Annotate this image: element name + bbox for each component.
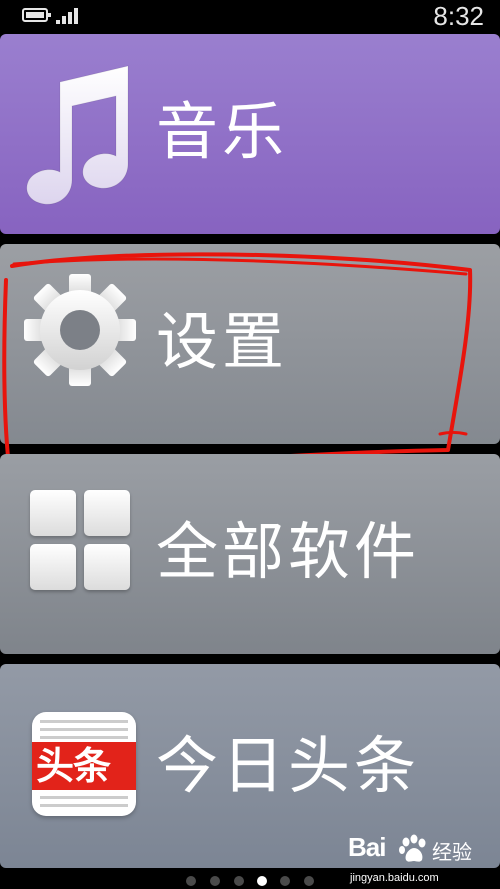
signal-icon (56, 8, 80, 24)
status-bar: 8:32 (0, 0, 500, 32)
toutiao-logo-text: 头条 (36, 744, 111, 788)
music-note-icon (26, 65, 129, 205)
page-dot[interactable] (304, 876, 314, 886)
watermark-product: 经验 (432, 840, 472, 864)
battery-icon (22, 8, 51, 22)
page-dot[interactable] (280, 876, 290, 886)
page-dot[interactable] (210, 876, 220, 886)
grid-icon (30, 490, 132, 592)
page-dot[interactable] (234, 876, 244, 886)
watermark-url: jingyan.baidu.com (350, 872, 439, 884)
paw-icon (399, 834, 426, 862)
status-time: 8:32 (433, 1, 484, 31)
tile-music[interactable]: 音乐 (0, 34, 500, 234)
tile-toutiao-label: 今日头条 (156, 729, 421, 802)
tile-music-label: 音乐 (156, 95, 289, 168)
tile-all-apps-label: 全部软件 (156, 515, 421, 588)
tile-all-apps[interactable]: 全部软件 (0, 454, 500, 654)
toutiao-logo-icon: 头条 (32, 712, 136, 816)
baidu-jingyan-watermark: Bai 经验 jingyan.baidu.com (348, 826, 488, 886)
page-dot[interactable] (186, 876, 196, 886)
watermark-brand: Bai (348, 832, 386, 862)
page-dot-active[interactable] (257, 876, 267, 886)
red-highlight-annotation (2, 252, 473, 478)
